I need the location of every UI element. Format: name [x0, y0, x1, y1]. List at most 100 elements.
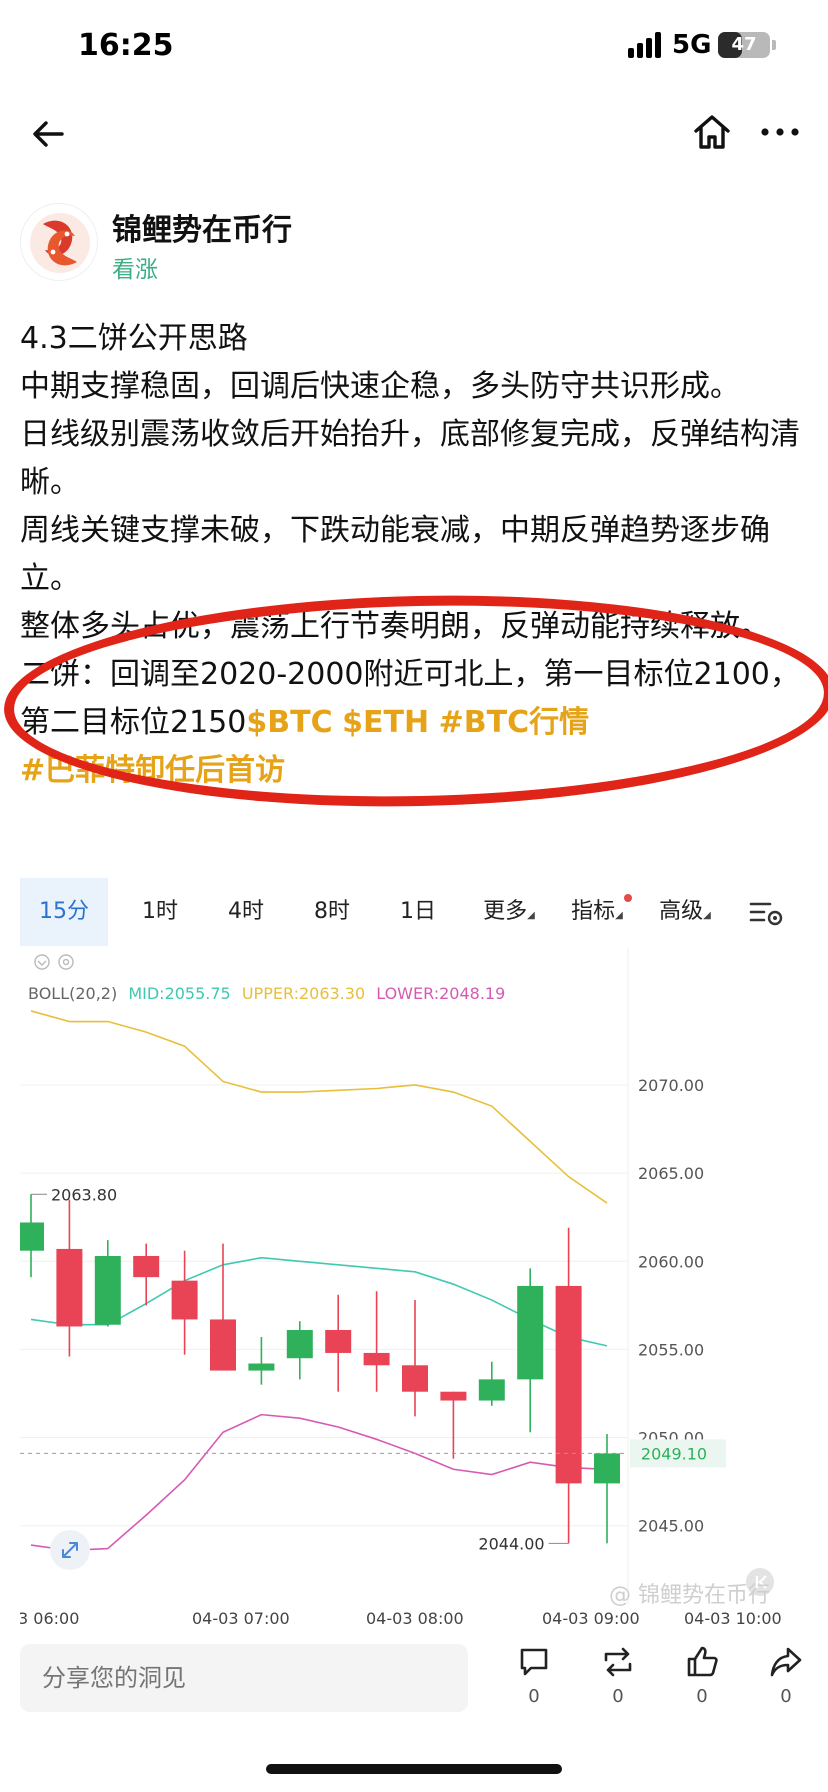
home-icon[interactable]: [690, 110, 734, 154]
candle-body: [210, 1319, 236, 1371]
tab-label: 4时: [228, 899, 264, 924]
sentiment-tag: 看涨: [112, 257, 158, 283]
post-line-targets: 二饼：回调至2020-2000附近可北上，第一目标位2100，第二目标位2150…: [20, 651, 820, 747]
y-tick-label: 2060.00: [638, 1252, 704, 1271]
candle-body: [440, 1391, 467, 1401]
tab-1d[interactable]: 1日: [382, 878, 454, 946]
like-button[interactable]: 0: [672, 1644, 732, 1707]
candle-body: [402, 1365, 428, 1392]
tab-more[interactable]: 更多◢: [466, 878, 552, 946]
candle-body: [20, 1222, 44, 1251]
post-line: 周线关键支撑未破，下跌动能衰减，中期反弹趋势逐步确立。: [20, 513, 770, 596]
comment-count: 0: [528, 1686, 540, 1707]
boll-label: BOLL(20,2): [28, 984, 117, 1003]
expand-icon[interactable]: [50, 1530, 90, 1570]
repost-button[interactable]: 0: [588, 1644, 648, 1707]
tab-label: 高级: [659, 899, 704, 924]
author-name[interactable]: 锦鲤势在币行: [112, 205, 292, 249]
high-marker-label: 2063.80: [51, 1185, 117, 1204]
post-line: 日线级别震荡收敛后开始抬升，底部修复完成，反弹结构清晰。: [20, 417, 800, 500]
x-tick-label: 04-03 07:00: [192, 1609, 290, 1628]
back-arrow-icon[interactable]: [28, 114, 68, 154]
caret-icon: ◢: [703, 910, 711, 921]
cashtag-eth[interactable]: $ETH: [342, 705, 429, 740]
share-count: 0: [780, 1686, 792, 1707]
comment-icon: [520, 1648, 548, 1676]
post-content: 4.3二饼公开思路 中期支撑稳固，回调后快速企稳，多头防守共识形成。 日线级别震…: [20, 315, 820, 795]
comment-button[interactable]: 0: [504, 1644, 564, 1707]
repost-count: 0: [612, 1686, 624, 1707]
candle-body: [517, 1285, 544, 1380]
cashtag-btc[interactable]: $BTC: [246, 705, 332, 740]
tab-4h[interactable]: 4时: [210, 878, 282, 946]
candle-body: [133, 1255, 160, 1278]
kline-chart-card: 15分 1时 4时 8时 1日 更多◢ 指标◢ 高级◢ 2070.00 2065.…: [20, 878, 808, 1638]
share-arrow-icon: [770, 1647, 802, 1677]
candlestick-chart[interactable]: 2070.002065.002060.002055.002050.002045.…: [20, 948, 808, 1638]
candle-body: [325, 1330, 352, 1353]
bottom-action-bar: 0 0 0 0: [0, 1630, 828, 1740]
hashtag-buffett[interactable]: #巴菲特卸任后首访: [20, 753, 285, 788]
candle-body: [94, 1255, 121, 1325]
x-tick-label: 04-03 08:00: [366, 1609, 464, 1628]
chart-labels: 2070.002065.002060.002055.002050.002045.…: [20, 1076, 782, 1628]
signal-icon: [628, 32, 664, 58]
tab-advanced[interactable]: 高级◢: [642, 878, 728, 946]
koi-logo-icon: [30, 213, 90, 273]
candle-body: [248, 1363, 275, 1371]
status-time: 16:25: [78, 28, 174, 63]
tab-15m[interactable]: 15分: [20, 878, 108, 946]
y-tick-label: 2045.00: [638, 1517, 704, 1536]
caret-icon: ◢: [527, 910, 535, 921]
status-bar: 16:25 5G 47: [0, 0, 828, 95]
tab-label: 8时: [314, 899, 350, 924]
candle-body: [56, 1248, 83, 1327]
share-button[interactable]: 0: [756, 1644, 816, 1707]
post-line: 整体多头占优，震荡上行节奏明朗，反弹动能持续释放。: [20, 609, 770, 644]
thumbs-up-icon: [687, 1646, 718, 1677]
y-tick-label: 2055.00: [638, 1340, 704, 1359]
y-tick-label: 2065.00: [638, 1164, 704, 1183]
x-tick-label: 04-03 09:00: [542, 1609, 640, 1628]
boll-upper-line: [30, 1010, 608, 1204]
network-type: 5G: [672, 30, 712, 60]
tab-1h[interactable]: 1时: [124, 878, 196, 946]
candle-body: [363, 1352, 390, 1366]
post-title: 4.3二饼公开思路: [20, 321, 248, 356]
home-indicator: [266, 1764, 562, 1774]
boll-upper: UPPER:2063.30: [242, 984, 365, 1003]
candles: [20, 1194, 620, 1544]
notification-dot: [624, 894, 632, 902]
candle-body: [594, 1453, 620, 1484]
last-price-label: 2049.10: [641, 1444, 707, 1463]
hashtag-btc-market[interactable]: #BTC行情: [439, 705, 589, 740]
tab-indicators[interactable]: 指标◢: [554, 878, 640, 946]
boll-mid: MID:2055.75: [128, 984, 230, 1003]
repost-icon: [604, 1647, 632, 1677]
battery-level: 47: [731, 34, 757, 55]
watermark: @ 锦鲤势在币行: [609, 1583, 770, 1608]
avatar[interactable]: [20, 203, 98, 281]
y-tick-label: 2070.00: [638, 1076, 704, 1095]
tab-label: 1时: [142, 899, 178, 924]
post-line: 中期支撑稳固，回调后快速企稳，多头防守共识形成。: [20, 369, 740, 404]
more-dots-icon[interactable]: [756, 110, 804, 154]
svg-text:BOLL(20,2) MID:2055.75: BOLL(20,2) MID:2055.75 UPPER:2063.30 LOW…: [28, 984, 505, 1003]
battery-icon: 47: [718, 32, 770, 58]
candle-body: [286, 1330, 313, 1359]
boll-lower: LOWER:2048.19: [376, 984, 505, 1003]
caret-icon: ◢: [615, 910, 623, 921]
low-marker-label: 2044.00: [478, 1534, 544, 1553]
x-tick-label: 04-03 10:00: [684, 1609, 782, 1628]
indicator-toggle-icons[interactable]: [34, 954, 74, 970]
x-tick-label: 3 06:00: [20, 1609, 79, 1628]
tab-label: 指标: [571, 899, 616, 924]
chart-settings-icon[interactable]: [748, 896, 784, 928]
top-nav: [0, 100, 828, 170]
like-count: 0: [696, 1686, 708, 1707]
battery-tip: [772, 40, 776, 50]
comment-input[interactable]: [20, 1644, 468, 1712]
tab-label: 1日: [400, 899, 436, 924]
tab-8h[interactable]: 8时: [296, 878, 368, 946]
boll-lower-line: [30, 1413, 608, 1552]
